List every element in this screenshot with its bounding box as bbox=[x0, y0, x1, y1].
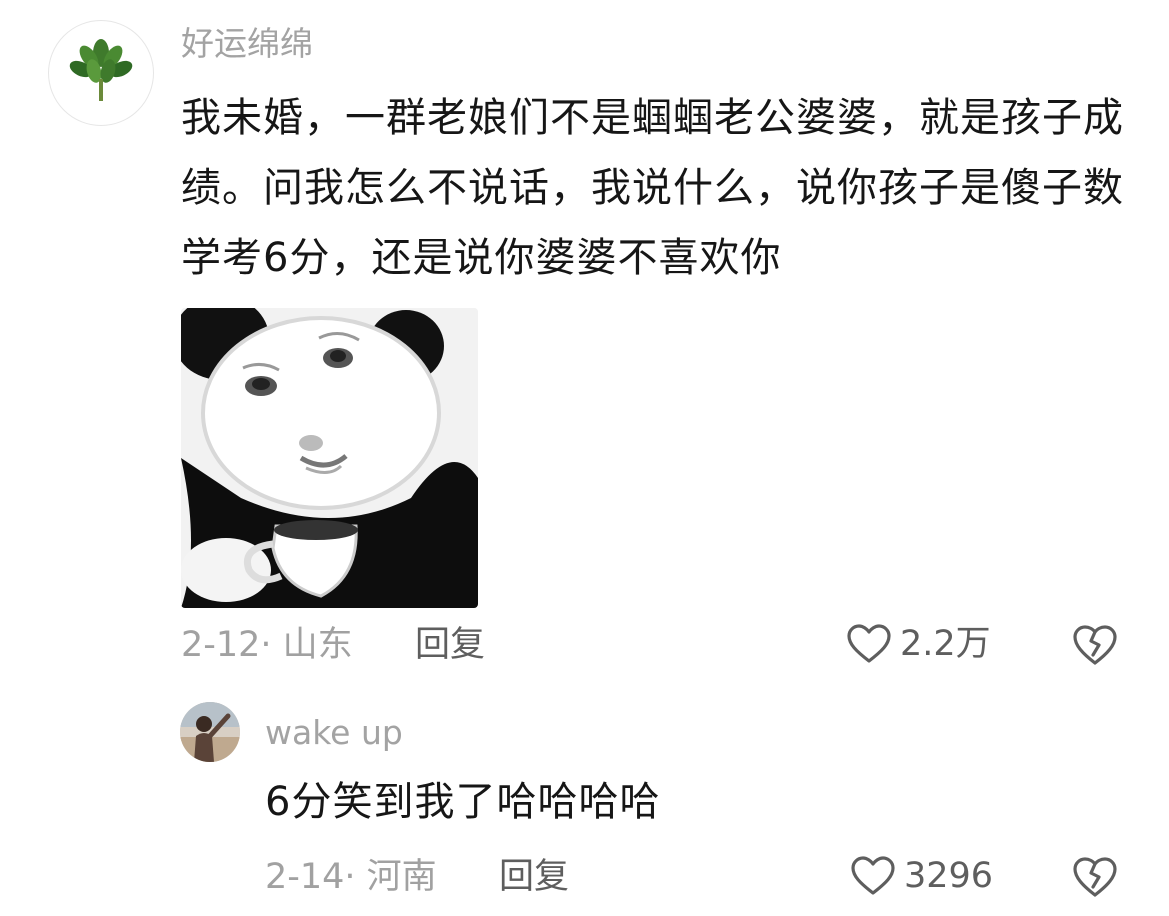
panda-meme-image[interactable] bbox=[181, 308, 478, 608]
heart-outline-icon bbox=[847, 624, 891, 663]
commenter-username[interactable]: 好运绵绵 bbox=[181, 24, 313, 64]
panda-tea-meme-icon bbox=[181, 308, 478, 608]
broken-heart-icon bbox=[1073, 857, 1117, 897]
reply-button[interactable]: 回复 bbox=[415, 625, 485, 665]
comment-date-location: 2-12· 山东 bbox=[181, 625, 353, 665]
broken-heart-icon bbox=[1073, 625, 1117, 665]
reply-text: 6分笑到我了哈哈哈哈 bbox=[265, 779, 661, 825]
reply-like-count: 3296 bbox=[904, 856, 994, 896]
leaf-bouquet-icon bbox=[69, 39, 133, 101]
heart-outline-icon bbox=[851, 856, 895, 895]
reply-date-location: 2-14· 河南 bbox=[265, 857, 437, 897]
person-photo-icon bbox=[180, 702, 240, 762]
dislike-button[interactable] bbox=[1071, 623, 1119, 671]
reply-like-button[interactable]: 3296 bbox=[850, 855, 993, 897]
comment-text: 我未婚，一群老娘们不是蝈蝈老公婆婆，就是孩子成绩。问我怎么不说话，我说什么，说你… bbox=[181, 95, 1124, 281]
reply-reply-button[interactable]: 回复 bbox=[499, 857, 569, 897]
replier-username[interactable]: wake up bbox=[265, 713, 403, 753]
reply-dislike-button[interactable] bbox=[1071, 855, 1119, 903]
like-count: 2.2万 bbox=[900, 624, 991, 664]
replier-avatar[interactable] bbox=[180, 702, 240, 762]
commenter-avatar[interactable] bbox=[48, 20, 154, 126]
like-button[interactable]: 2.2万 bbox=[846, 623, 991, 665]
